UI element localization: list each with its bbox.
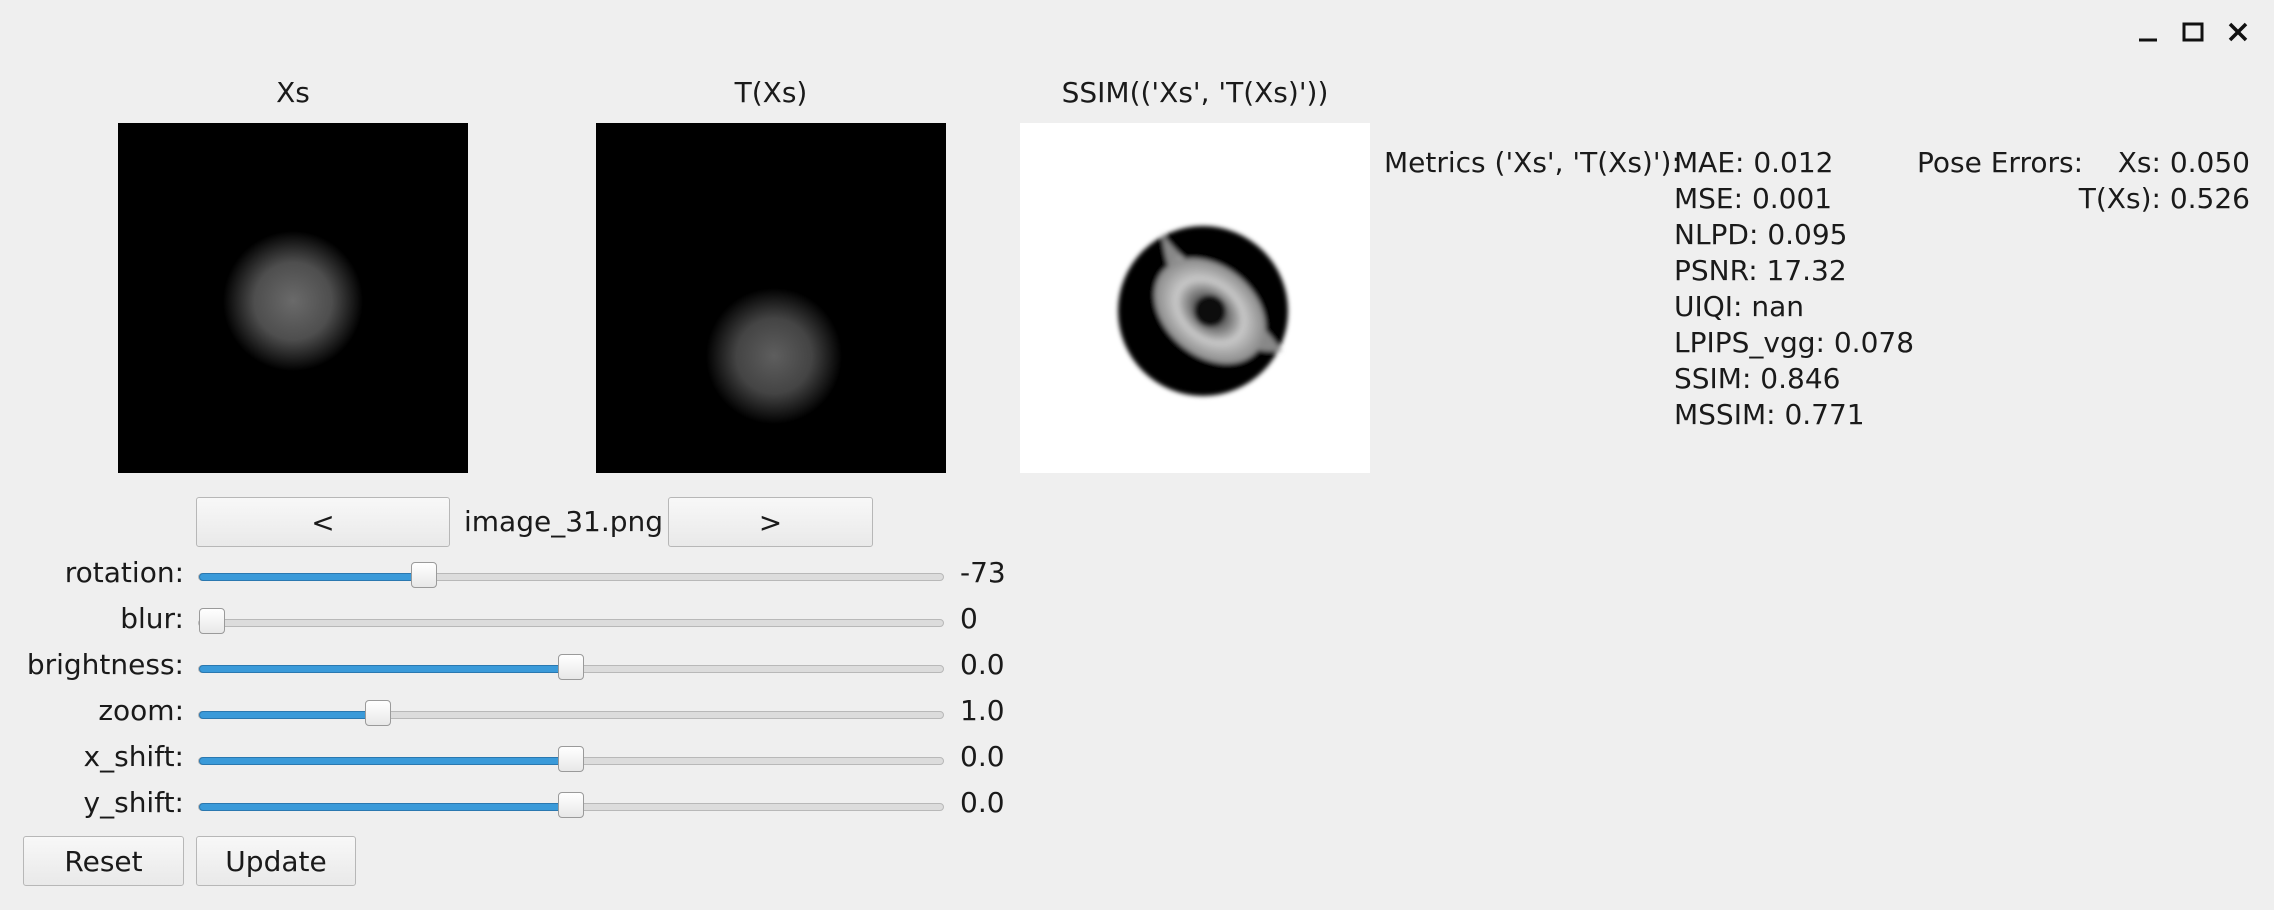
xs-image — [118, 123, 468, 473]
metric-mae: MAE: 0.012 — [1674, 146, 1834, 179]
blur-slider[interactable] — [198, 608, 944, 634]
x-shift-slider-fill — [199, 757, 571, 765]
y-shift-value: 0.0 — [960, 786, 1005, 819]
rotation-slider[interactable] — [198, 562, 944, 588]
blur-slider-handle[interactable] — [199, 608, 225, 634]
image-filename: image_31.png — [464, 505, 664, 538]
x-shift-slider-handle[interactable] — [558, 746, 584, 772]
metrics-list: MAE: 0.012 MSE: 0.001 NLPD: 0.095 PSNR: … — [1674, 145, 1914, 433]
prev-image-button[interactable]: < — [196, 497, 450, 547]
close-icon[interactable] — [2220, 14, 2256, 50]
metric-psnr: PSNR: 17.32 — [1674, 254, 1847, 287]
zoom-slider[interactable] — [198, 700, 944, 726]
xs-image-title: Xs — [276, 76, 310, 109]
y-shift-label: y_shift: — [83, 786, 184, 819]
metric-ssim: SSIM: 0.846 — [1674, 362, 1841, 395]
brightness-slider[interactable] — [198, 654, 944, 680]
pose-error-txs: T(Xs): 0.526 — [2078, 182, 2250, 215]
txs-image-title: T(Xs) — [734, 76, 808, 109]
txs-image — [596, 123, 946, 473]
brightness-label: brightness: — [26, 648, 184, 681]
x-shift-slider[interactable] — [198, 746, 944, 772]
rotation-slider-fill — [199, 573, 425, 581]
ssim-image-title: SSIM(('Xs', 'T(Xs)')) — [1061, 76, 1329, 109]
metrics-header: Metrics ('Xs', 'T(Xs)'): — [1384, 146, 1681, 179]
zoom-label: zoom: — [98, 694, 184, 727]
brightness-slider-handle[interactable] — [558, 654, 584, 680]
pose-errors-list: Xs: 0.050 T(Xs): 0.526 — [2060, 145, 2250, 217]
minimize-icon[interactable] — [2130, 14, 2166, 50]
update-button[interactable]: Update — [196, 836, 356, 886]
ssim-image — [1020, 123, 1370, 473]
next-image-button[interactable]: > — [668, 497, 873, 547]
x-shift-value: 0.0 — [960, 740, 1005, 773]
brightness-value: 0.0 — [960, 648, 1005, 681]
blur-label: blur: — [120, 602, 184, 635]
slider-panel: rotation: -73 blur: 0 brightness: 0.0 zo… — [0, 556, 1100, 836]
y-shift-slider[interactable] — [198, 792, 944, 818]
zoom-slider-fill — [199, 711, 378, 719]
metric-lpips: LPIPS_vgg: 0.078 — [1674, 326, 1915, 359]
metric-nlpd: NLPD: 0.095 — [1674, 218, 1848, 251]
y-shift-slider-handle[interactable] — [558, 792, 584, 818]
rotation-label: rotation: — [64, 556, 184, 589]
pose-errors-header: Pose Errors: — [1917, 146, 2084, 179]
zoom-slider-handle[interactable] — [364, 700, 391, 726]
reset-button[interactable]: Reset — [23, 836, 184, 886]
y-shift-slider-fill — [199, 803, 571, 811]
rotation-value: -73 — [960, 556, 1006, 589]
brightness-slider-fill — [199, 665, 571, 673]
x-shift-label: x_shift: — [83, 740, 184, 773]
zoom-value: 1.0 — [960, 694, 1005, 727]
rotation-slider-handle[interactable] — [411, 562, 438, 588]
blur-value: 0 — [960, 602, 978, 635]
metric-mssim: MSSIM: 0.771 — [1674, 398, 1865, 431]
pose-error-xs: Xs: 0.050 — [2117, 146, 2250, 179]
maximize-icon[interactable] — [2175, 14, 2211, 50]
metric-uiqi: UIQI: nan — [1674, 290, 1805, 323]
metric-mse: MSE: 0.001 — [1674, 182, 1833, 215]
